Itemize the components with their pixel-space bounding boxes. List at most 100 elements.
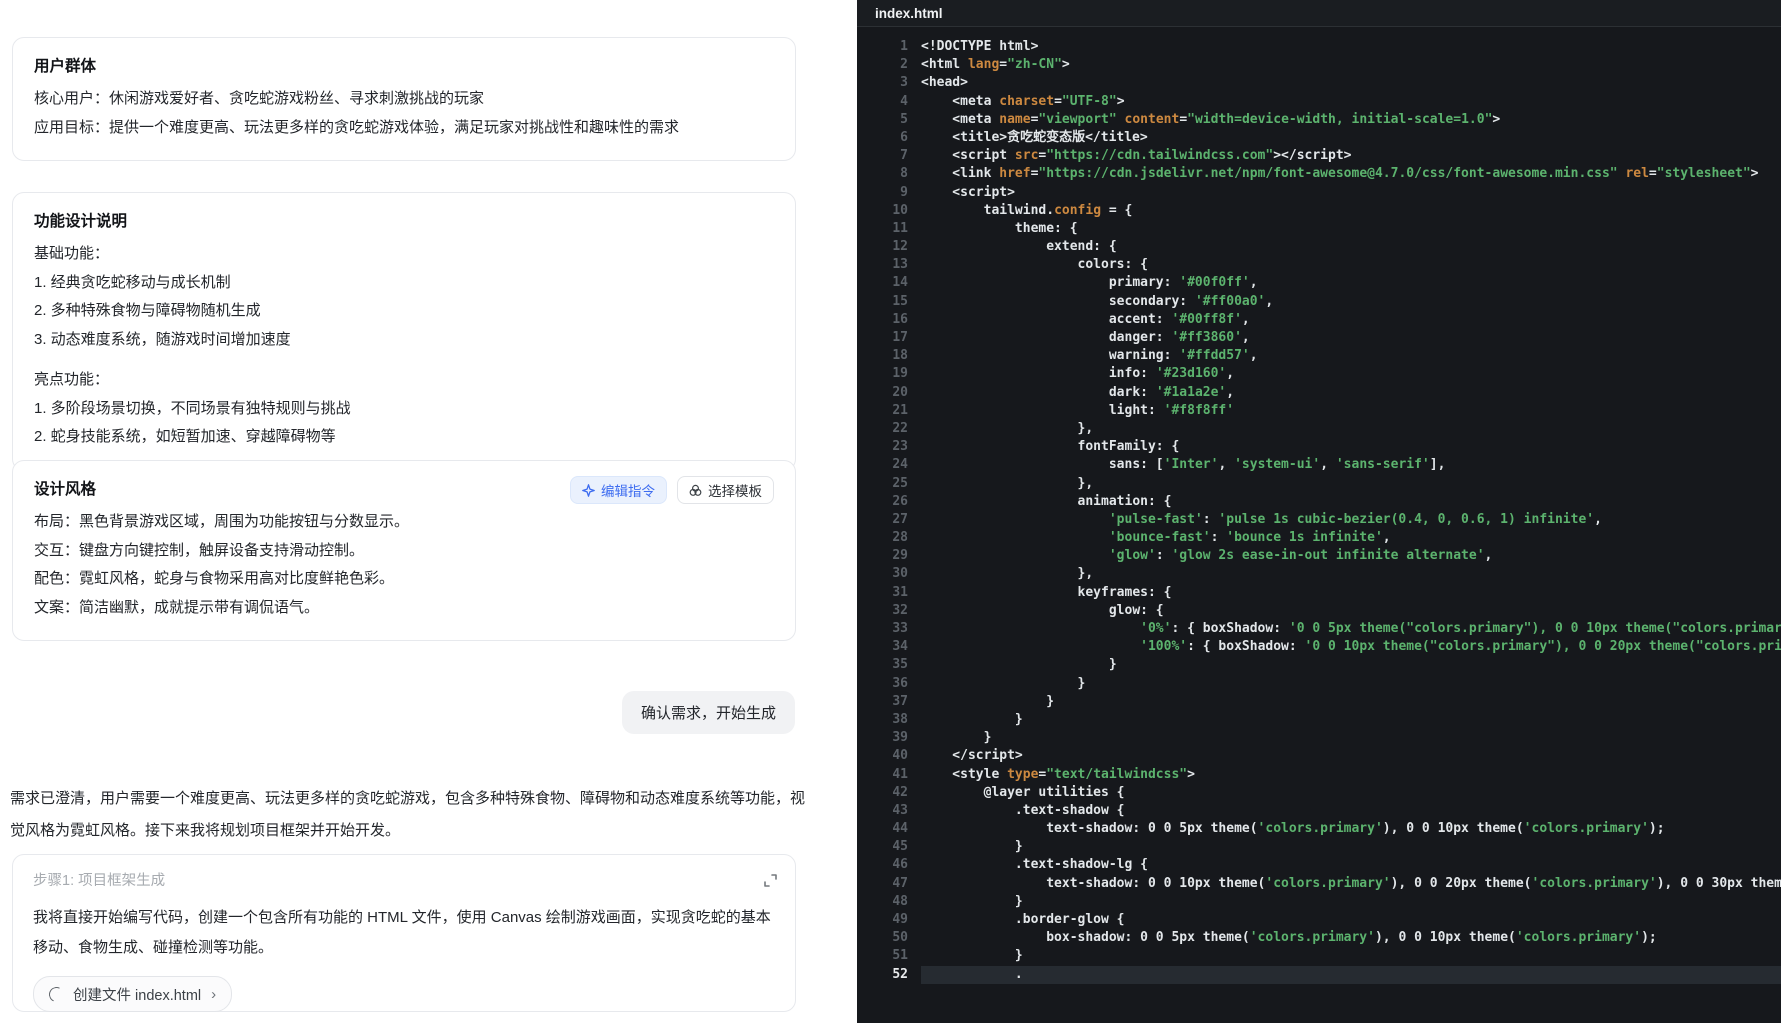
line-number: 3: [857, 74, 921, 92]
step-card: 步骤1: 项目框架生成 我将直接开始编写代码，创建一个包含所有功能的 HTML …: [12, 854, 796, 1012]
code-line: 47 text-shadow: 0 0 10px theme('colors.p…: [857, 875, 1781, 893]
code-line: 40 </script>: [857, 747, 1781, 765]
line-number: 23: [857, 438, 921, 456]
edit-instruction-button[interactable]: 编辑指令: [570, 476, 667, 504]
line-number: 27: [857, 511, 921, 529]
line-number: 28: [857, 529, 921, 547]
choose-template-label: 选择模板: [708, 480, 762, 500]
code-line: 24 sans: ['Inter', 'system-ui', 'sans-se…: [857, 456, 1781, 474]
code-line-content: <script src="https://cdn.tailwindcss.com…: [921, 147, 1781, 165]
code-line-content: }: [921, 711, 1781, 729]
line-number: 20: [857, 384, 921, 402]
code-line-content: .border-glow {: [921, 911, 1781, 929]
code-line-content: </script>: [921, 747, 1781, 765]
code-line: 3<head>: [857, 74, 1781, 92]
code-line: 13 colors: {: [857, 256, 1781, 274]
code-line-content: .text-shadow {: [921, 802, 1781, 820]
code-line-content: }: [921, 693, 1781, 711]
code-line-content: <meta charset="UTF-8">: [921, 93, 1781, 111]
line-number: 38: [857, 711, 921, 729]
card-header: 设计风格 编辑指令 选择模板: [34, 478, 774, 508]
code-line-content: text-shadow: 0 0 10px theme('colors.prim…: [921, 875, 1781, 893]
code-line: 45 }: [857, 838, 1781, 856]
code-line-content: theme: {: [921, 220, 1781, 238]
code-line: 20 dark: '#1a1a2e',: [857, 384, 1781, 402]
code-line: 35 }: [857, 656, 1781, 674]
expand-icon[interactable]: [761, 871, 779, 889]
code-line: 32 glow: {: [857, 602, 1781, 620]
code-line-content: '100%': { boxShadow: '0 0 10px theme("co…: [921, 638, 1781, 656]
code-line: 21 light: '#f8f8ff': [857, 402, 1781, 420]
assistant-message: 需求已澄清，用户需要一个难度更高、玩法更多样的贪吃蛇游戏，包含多种特殊食物、障碍…: [10, 783, 808, 846]
create-file-chip[interactable]: 创建文件 index.html ›: [33, 976, 232, 1012]
card-text-line: 1. 多阶段场景切换，不同场景有独特规则与挑战: [34, 395, 774, 424]
line-number: 1: [857, 38, 921, 56]
code-line-content: dark: '#1a1a2e',: [921, 384, 1781, 402]
code-line-content: info: '#23d160',: [921, 365, 1781, 383]
line-number: 43: [857, 802, 921, 820]
code-line-content: .text-shadow-lg {: [921, 856, 1781, 874]
line-number: 9: [857, 184, 921, 202]
code-line: 7 <script src="https://cdn.tailwindcss.c…: [857, 147, 1781, 165]
code-line: 12 extend: {: [857, 238, 1781, 256]
editor-tab-index-html[interactable]: index.html: [875, 6, 943, 21]
code-line-content: },: [921, 565, 1781, 583]
line-number: 7: [857, 147, 921, 165]
code-line: 48 }: [857, 893, 1781, 911]
code-line-content: }: [921, 838, 1781, 856]
card-title: 用户群体: [34, 55, 774, 79]
line-number: 15: [857, 293, 921, 311]
code-line: 2<html lang="zh-CN">: [857, 56, 1781, 74]
code-line: 49 .border-glow {: [857, 911, 1781, 929]
code-line-content: danger: '#ff3860',: [921, 329, 1781, 347]
line-number: 47: [857, 875, 921, 893]
code-line: 5 <meta name="viewport" content="width=d…: [857, 111, 1781, 129]
line-number: 41: [857, 766, 921, 784]
code-line: 51 }: [857, 947, 1781, 965]
code-line-content: tailwind.config = {: [921, 202, 1781, 220]
card-actions: 编辑指令 选择模板: [570, 476, 774, 504]
card-text-line: 应用目标：提供一个难度更高、玩法更多样的贪吃蛇游戏体验，满足玩家对挑战性和趣味性…: [34, 114, 774, 143]
code-line: 44 text-shadow: 0 0 5px theme('colors.pr…: [857, 820, 1781, 838]
code-line-content: light: '#f8f8ff': [921, 402, 1781, 420]
line-number: 17: [857, 329, 921, 347]
code-line-content: '0%': { boxShadow: '0 0 5px theme("color…: [921, 620, 1781, 638]
code-line-content: keyframes: {: [921, 584, 1781, 602]
line-number: 16: [857, 311, 921, 329]
choose-template-button[interactable]: 选择模板: [677, 476, 774, 504]
line-number: 33: [857, 620, 921, 638]
code-line-content: warning: '#ffdd57',: [921, 347, 1781, 365]
step-title: 步骤1: 项目框架生成: [33, 871, 775, 891]
code-line: 26 animation: {: [857, 493, 1781, 511]
line-number: 13: [857, 256, 921, 274]
code-line: 14 primary: '#00f0ff',: [857, 274, 1781, 292]
chevron-right-icon: ›: [211, 987, 216, 1002]
code-line: 4 <meta charset="UTF-8">: [857, 93, 1781, 111]
code-line-content: <script>: [921, 184, 1781, 202]
code-area[interactable]: 1<!DOCTYPE html>2<html lang="zh-CN">3<he…: [857, 27, 1781, 984]
create-file-label: 创建文件 index.html: [73, 984, 201, 1005]
card-text-line: 文案：简洁幽默，成就提示带有调侃语气。: [34, 594, 774, 623]
line-number: 37: [857, 693, 921, 711]
edit-instruction-label: 编辑指令: [601, 480, 655, 500]
code-line-content: extend: {: [921, 238, 1781, 256]
code-line-content: 'pulse-fast': 'pulse 1s cubic-bezier(0.4…: [921, 511, 1781, 529]
loading-spinner-icon: [47, 984, 66, 1003]
code-line-content: <title>贪吃蛇变态版</title>: [921, 129, 1781, 147]
line-number: 24: [857, 456, 921, 474]
code-line-content: animation: {: [921, 493, 1781, 511]
sparkle-icon: [582, 484, 595, 497]
code-line: 16 accent: '#00ff8f',: [857, 311, 1781, 329]
code-line: 15 secondary: '#ff00a0',: [857, 293, 1781, 311]
code-line: 17 danger: '#ff3860',: [857, 329, 1781, 347]
code-line: 29 'glow': 'glow 2s ease-in-out infinite…: [857, 547, 1781, 565]
line-number: 36: [857, 675, 921, 693]
card-text-line: 基础功能：: [34, 240, 774, 269]
line-number: 19: [857, 365, 921, 383]
code-line-content: primary: '#00f0ff',: [921, 274, 1781, 292]
line-number: 5: [857, 111, 921, 129]
card-title: 设计风格: [34, 478, 96, 502]
line-number: 14: [857, 274, 921, 292]
code-line: 37 }: [857, 693, 1781, 711]
line-number: 35: [857, 656, 921, 674]
